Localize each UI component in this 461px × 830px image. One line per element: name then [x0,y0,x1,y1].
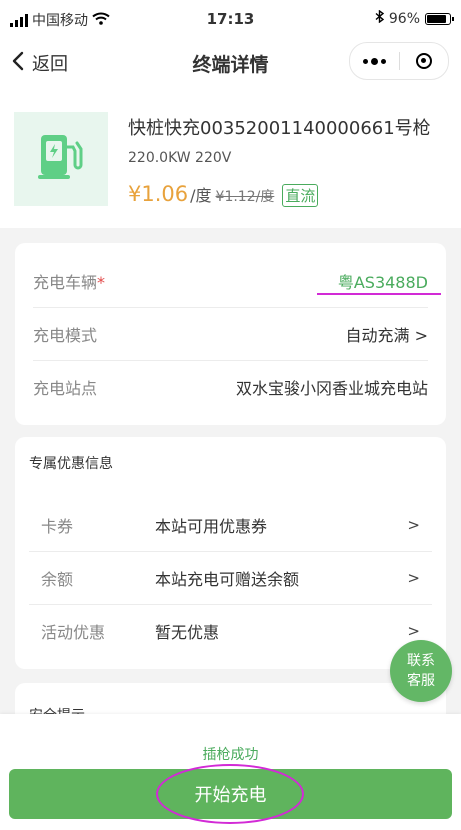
charger-icon [37,131,85,187]
battery-icon [425,12,454,25]
current-price: ¥1.06 [128,182,189,206]
status-bar: 中国移动 17:13 96% [0,0,461,38]
plug-status: 插枪成功 [202,747,259,763]
more-button[interactable] [350,43,399,79]
nav-bar: 返回 终端详情 [0,38,461,88]
chevron-right-icon: > [407,622,420,640]
target-icon [415,53,432,69]
price-unit: /度 [190,186,212,205]
mode-value[interactable]: 自动充满 > [346,322,429,346]
station-label: 充电站点 [33,379,98,398]
promotion-row[interactable]: 活动优惠 暂无优惠 > [29,605,432,657]
chevron-right-icon: > [407,516,420,534]
bluetooth-icon [375,9,385,27]
coupon-value: 本站可用优惠券 [155,517,268,536]
discount-card: 专属优惠信息 卡券 本站可用优惠券 > 余额 本站充电可赠送余额 > 活动优惠 … [15,437,446,669]
battery-fill [427,14,447,23]
battery-percent: 96% [388,10,420,27]
chevron-right-icon: > [407,569,420,587]
vehicle-plate[interactable]: 粤AS3488D [338,269,428,293]
discount-title: 专属优惠信息 [29,456,113,472]
original-price: ¥1.12/度 [215,189,275,205]
close-miniprogram-button[interactable] [400,43,449,79]
terminal-name: 快桩快充00352001140000661号枪 [128,118,431,139]
promotion-label: 活动优惠 [41,623,106,642]
coupon-label: 卡券 [41,517,74,536]
service-line-2: 客服 [407,673,435,689]
coupon-row[interactable]: 卡券 本站可用优惠券 > [29,499,432,552]
customer-service-button[interactable]: 联系 客服 [390,640,452,702]
dc-tag: 直流 [282,184,319,207]
required-mark: * [97,273,106,292]
station-row: 充电站点 双水宝骏小冈香业城充电站 [33,361,428,413]
terminal-summary: 快桩快充00352001140000661号枪 220.0KW 220V ¥1.… [0,88,461,228]
balance-row[interactable]: 余额 本站充电可赠送余额 > [29,552,432,605]
station-value: 双水宝骏小冈香业城充电站 [235,379,428,398]
balance-value: 本站充电可赠送余额 [155,570,300,589]
status-right: 96% [375,9,454,27]
charging-info-card: 充电车辆* 粤AS3488D 充电模式 自动充满 > 充电站点 双水宝骏小冈香业… [15,243,446,425]
service-line-1: 联系 [407,653,435,669]
annotation-underline [317,293,441,295]
mode-row[interactable]: 充电模式 自动充满 > [33,308,428,361]
vehicle-label-text: 充电车辆 [33,273,98,292]
promotion-value: 暂无优惠 [155,623,220,642]
terminal-spec: 220.0KW 220V [128,150,232,166]
annotation-ellipse [156,764,304,824]
vehicle-label: 充电车辆* [33,269,105,293]
vehicle-row[interactable]: 充电车辆* 粤AS3488D [33,255,428,308]
mode-label: 充电模式 [33,326,98,345]
more-dots-icon [362,57,386,65]
price-line: ¥1.06 /度 ¥1.12/度 直流 [128,182,319,207]
balance-label: 余额 [41,570,74,589]
miniprogram-capsule [349,42,449,80]
charger-thumbnail [14,112,108,206]
